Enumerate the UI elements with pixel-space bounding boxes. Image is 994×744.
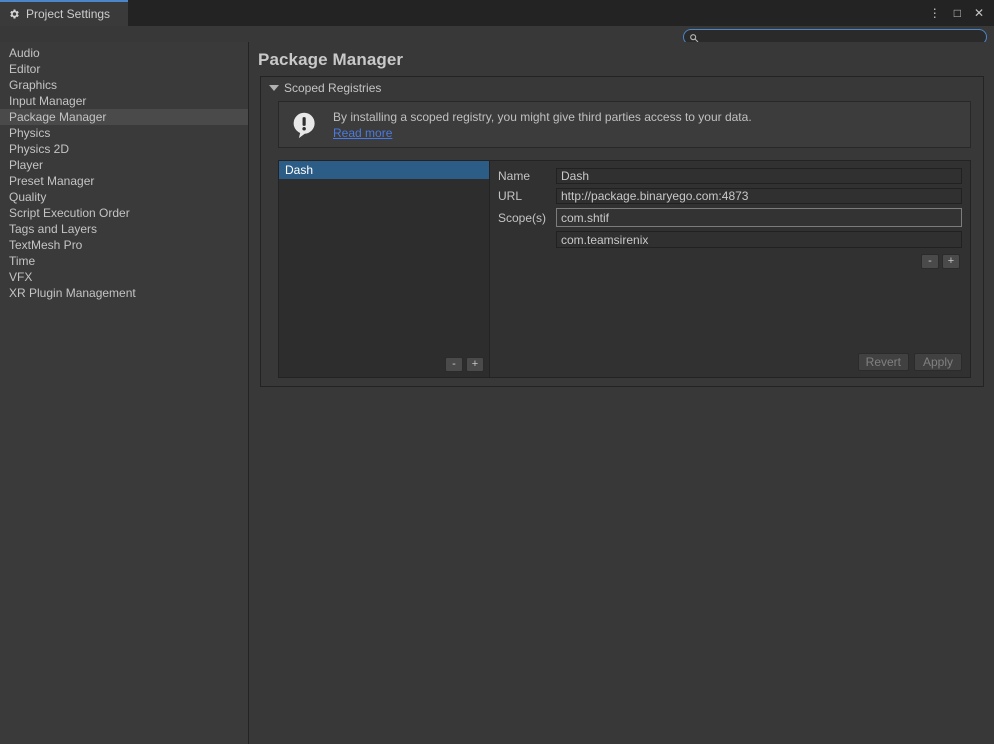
remove-registry-button[interactable]: - — [445, 357, 463, 372]
revert-button[interactable]: Revert — [858, 353, 909, 371]
read-more-link[interactable]: Read more — [333, 126, 392, 140]
url-field[interactable] — [556, 188, 962, 204]
sidebar-item-editor[interactable]: Editor — [0, 61, 248, 77]
name-field[interactable] — [556, 168, 962, 184]
gear-icon — [8, 8, 20, 20]
sidebar-item-vfx[interactable]: VFX — [0, 269, 248, 285]
sidebar-item-quality[interactable]: Quality — [0, 189, 248, 205]
scopes-row: Scope(s) — [498, 208, 962, 227]
scoped-registries-foldout[interactable]: Scoped Registries — [261, 77, 983, 99]
name-label: Name — [498, 169, 556, 183]
url-label: URL — [498, 189, 556, 203]
registry-detail: Name URL Scope(s) - — [490, 161, 970, 377]
close-icon[interactable]: ✕ — [974, 6, 984, 20]
remove-scope-button[interactable]: - — [921, 254, 939, 269]
name-row: Name — [498, 168, 962, 184]
main-body: Audio Editor Graphics Input Manager Pack… — [0, 42, 994, 744]
sidebar-item-time[interactable]: Time — [0, 253, 248, 269]
search-icon — [689, 32, 699, 42]
tab-project-settings[interactable]: Project Settings — [0, 0, 128, 26]
registry-list: Dash - + — [279, 161, 490, 377]
list-item[interactable]: Dash — [279, 161, 489, 179]
sidebar-item-package-manager[interactable]: Package Manager — [0, 109, 248, 125]
page-title: Package Manager — [249, 42, 994, 76]
scopes-row-extra — [556, 231, 962, 248]
sidebar-item-physics[interactable]: Physics — [0, 125, 248, 141]
add-registry-button[interactable]: + — [466, 357, 484, 372]
detail-footer: Revert Apply — [858, 353, 962, 371]
sidebar-item-physics-2d[interactable]: Physics 2D — [0, 141, 248, 157]
sidebar-item-xr-plugin-management[interactable]: XR Plugin Management — [0, 285, 248, 301]
search-row — [0, 26, 994, 42]
sidebar-item-player[interactable]: Player — [0, 157, 248, 173]
url-row: URL — [498, 188, 962, 204]
apply-button[interactable]: Apply — [914, 353, 962, 371]
kebab-menu-icon[interactable]: ⋮ — [929, 6, 941, 20]
sidebar-item-input-manager[interactable]: Input Manager — [0, 93, 248, 109]
sidebar-item-script-execution-order[interactable]: Script Execution Order — [0, 205, 248, 221]
warning-icon — [291, 111, 319, 139]
maximize-icon[interactable]: □ — [954, 6, 961, 20]
registry-editor: Dash - + Name URL — [278, 160, 971, 378]
tab-label: Project Settings — [26, 8, 110, 20]
scope-field-1[interactable] — [556, 208, 962, 227]
scoped-registries-panel: Scoped Registries By installing a scoped… — [260, 76, 984, 387]
window-controls: ⋮ □ ✕ — [929, 0, 994, 26]
settings-content: Package Manager Scoped Registries By — [249, 42, 994, 744]
scopes-label: Scope(s) — [498, 211, 556, 225]
foldout-label: Scoped Registries — [284, 81, 381, 95]
sidebar-item-preset-manager[interactable]: Preset Manager — [0, 173, 248, 189]
sidebar-item-textmesh-pro[interactable]: TextMesh Pro — [0, 237, 248, 253]
add-scope-button[interactable]: + — [942, 254, 960, 269]
chevron-down-icon — [269, 85, 279, 91]
sidebar-item-graphics[interactable]: Graphics — [0, 77, 248, 93]
sidebar-item-tags-and-layers[interactable]: Tags and Layers — [0, 221, 248, 237]
sidebar-item-audio[interactable]: Audio — [0, 45, 248, 61]
registry-list-buttons: - + — [445, 357, 484, 372]
window-tab-bar: Project Settings ⋮ □ ✕ — [0, 0, 994, 26]
warning-banner: By installing a scoped registry, you mig… — [278, 101, 971, 148]
scope-field-2[interactable] — [556, 231, 962, 248]
settings-sidebar: Audio Editor Graphics Input Manager Pack… — [0, 42, 249, 744]
scope-buttons: - + — [498, 254, 962, 269]
warning-content: By installing a scoped registry, you mig… — [333, 109, 752, 140]
warning-text: By installing a scoped registry, you mig… — [333, 109, 752, 125]
